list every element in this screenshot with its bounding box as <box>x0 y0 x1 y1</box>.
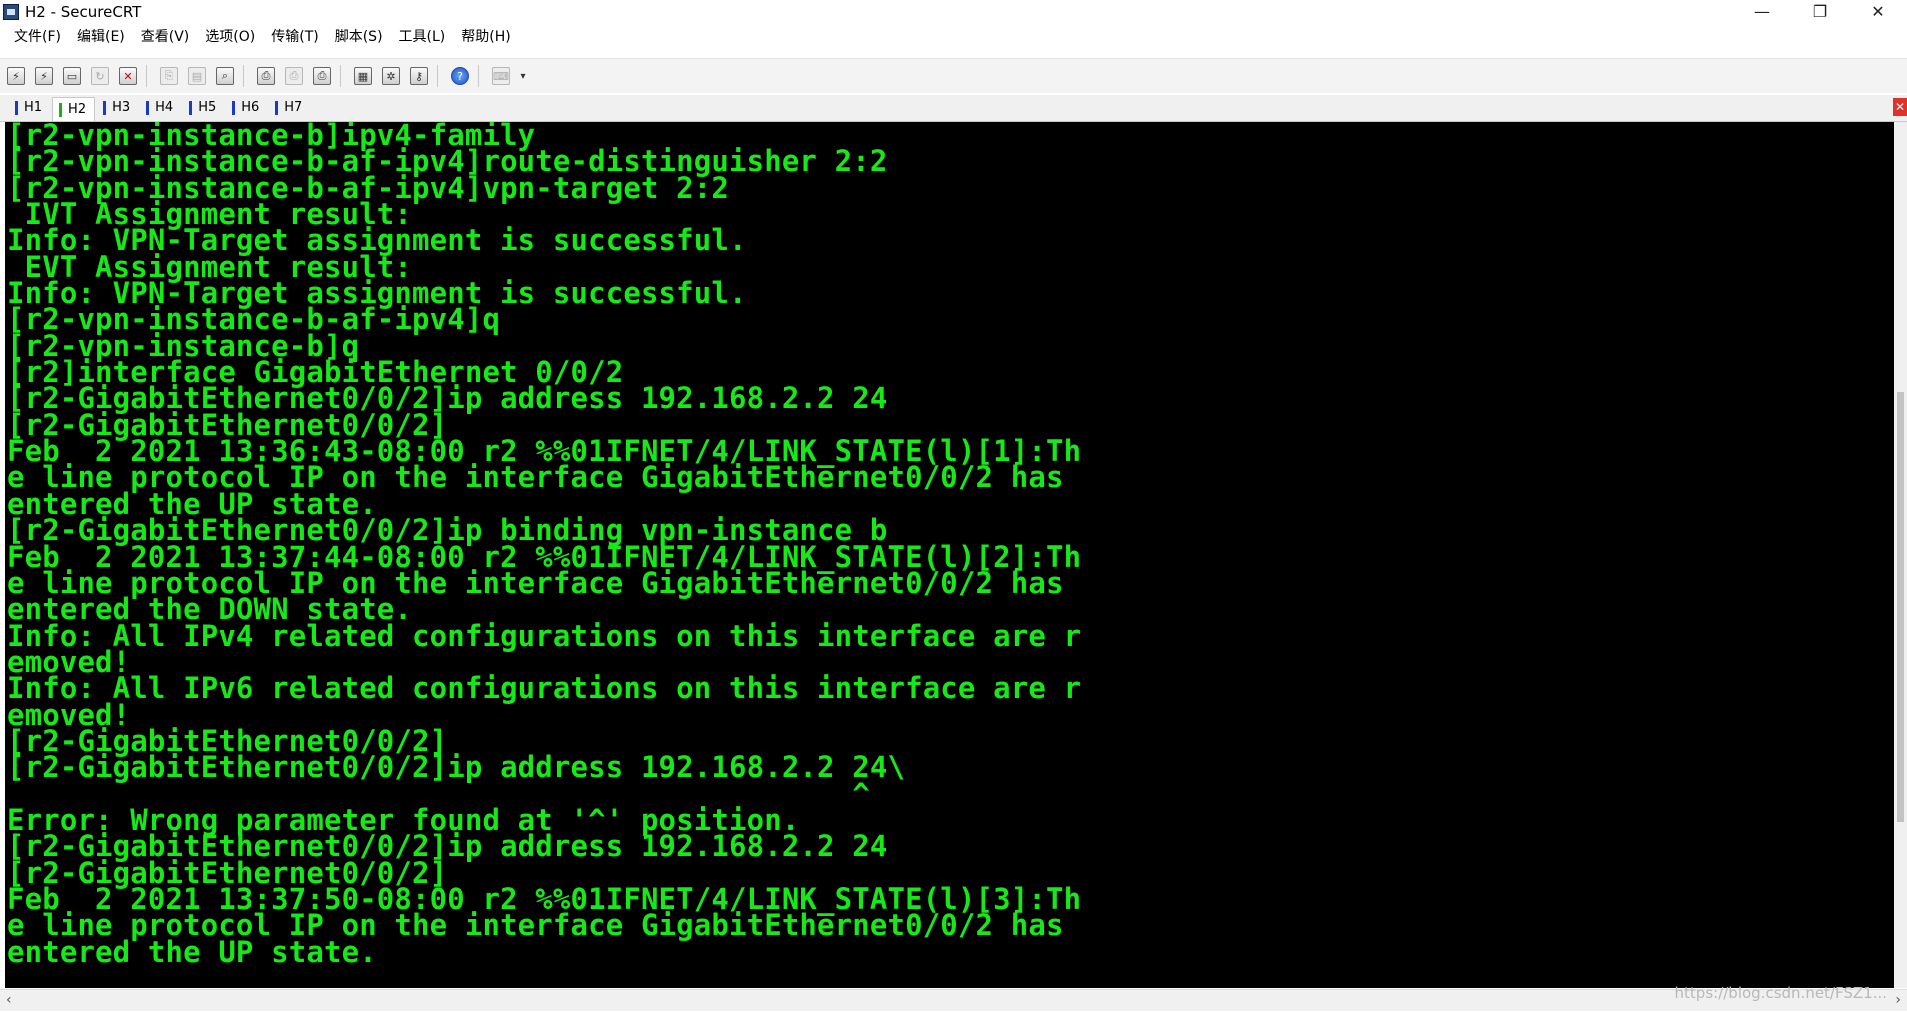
tab-label: H2 <box>68 101 87 117</box>
quick-connect-icon[interactable]: ⚡ <box>32 64 56 88</box>
menu-transfer[interactable]: 传输(T) <box>263 25 326 49</box>
session-options-icon[interactable]: ▦ <box>351 64 375 88</box>
print-selection-icon[interactable]: ⎙ <box>282 64 306 88</box>
tab-label: H6 <box>241 100 260 115</box>
tab-label: H7 <box>284 100 303 115</box>
menu-help[interactable]: 帮助(H) <box>453 25 518 49</box>
toolbar: ⚡ ⚡ ▭ ↻ ✕ ⎘ ▤ ⌕ ⎙ ⎙ ⎙ ▦ ✲ ⚷ ? ⌨ ▾ <box>0 58 1907 93</box>
copy-icon[interactable]: ⎘ <box>157 64 181 88</box>
restore-button[interactable]: ❐ <box>1791 0 1849 23</box>
paste-icon[interactable]: ▤ <box>185 64 209 88</box>
tab-label: H3 <box>112 100 131 115</box>
scrollbar-thumb[interactable] <box>1897 392 1904 822</box>
global-options-icon[interactable]: ✲ <box>379 64 403 88</box>
scroll-left-icon[interactable]: ‹ <box>6 992 12 1008</box>
window-title: H2 - SecureCRT <box>25 2 142 21</box>
reconnect-icon[interactable]: ↻ <box>88 64 112 88</box>
menu-script[interactable]: 脚本(S) <box>327 25 391 49</box>
connect-icon[interactable]: ⚡ <box>4 64 28 88</box>
terminal-line: Info: All IPv4 related configurations on… <box>7 618 1082 653</box>
tab-status-icon <box>232 101 236 115</box>
toolbar-divider <box>437 65 438 87</box>
vertical-scrollbar[interactable] <box>1894 122 1907 988</box>
tab-label: H5 <box>198 100 217 115</box>
scroll-right-icon[interactable]: › <box>1895 992 1901 1008</box>
tab-h4[interactable]: H4 <box>140 97 182 119</box>
tab-h6[interactable]: H6 <box>226 97 268 119</box>
menu-view[interactable]: 查看(V) <box>133 25 198 49</box>
session-tab-bar: H1 H2 H3 H4 H5 H6 H7 ✕ <box>0 95 1907 122</box>
tab-status-icon <box>15 101 18 115</box>
terminal-line: entered the UP state. <box>7 934 377 969</box>
terminal-line: Info: All IPv6 related configurations on… <box>7 671 1082 706</box>
disconnect-icon[interactable]: ✕ <box>116 64 140 88</box>
print-icon[interactable]: ⎙ <box>254 64 278 88</box>
horizontal-scrollbar[interactable]: ‹ › <box>0 989 1907 1011</box>
menu-tools[interactable]: 工具(L) <box>391 25 454 49</box>
securecrt-app-icon[interactable] <box>3 3 19 20</box>
tab-status-icon <box>189 101 193 115</box>
toolbar-divider <box>340 65 341 87</box>
connect-tab-icon[interactable]: ▭ <box>60 64 84 88</box>
minimize-button[interactable]: — <box>1733 0 1791 23</box>
toolbar-divider <box>478 65 479 87</box>
toolbar-divider <box>146 65 147 87</box>
toolbar-overflow-icon[interactable]: ▾ <box>517 64 529 88</box>
keymap-icon[interactable]: ⌨ <box>489 64 513 88</box>
tab-h7[interactable]: H7 <box>269 97 311 119</box>
tab-label: H1 <box>24 100 43 115</box>
tab-status-icon <box>146 101 150 115</box>
tab-status-icon <box>59 102 63 117</box>
key-icon[interactable]: ⚷ <box>407 64 431 88</box>
terminal-screen[interactable]: [r2-vpn-instance-b]ipv4-family [r2-vpn-i… <box>5 122 1894 988</box>
tab-h1[interactable]: H1 <box>9 97 51 119</box>
tab-h5[interactable]: H5 <box>183 97 225 119</box>
menu-edit[interactable]: 编辑(E) <box>69 25 133 49</box>
help-icon[interactable]: ? <box>448 64 472 88</box>
tab-h3[interactable]: H3 <box>97 97 139 119</box>
tab-label: H4 <box>155 100 174 115</box>
title-bar: H2 - SecureCRT — ❐ ✕ <box>0 0 1907 23</box>
close-tab-icon[interactable]: ✕ <box>1893 98 1907 116</box>
find-icon[interactable]: ⌕ <box>213 64 237 88</box>
menu-file[interactable]: 文件(F) <box>6 25 69 49</box>
print-setup-icon[interactable]: ⎙ <box>310 64 334 88</box>
watermark: https://blog.csdn.net/FSZ1... <box>1674 984 1887 1002</box>
toolbar-divider <box>243 65 244 87</box>
terminal-output: [r2-vpn-instance-b]ipv4-family [r2-vpn-i… <box>5 122 1894 966</box>
window-controls: — ❐ ✕ <box>1733 0 1907 23</box>
close-button[interactable]: ✕ <box>1849 0 1907 23</box>
tab-h2[interactable]: H2 <box>52 97 96 121</box>
menu-options[interactable]: 选项(O) <box>197 25 263 49</box>
tab-status-icon <box>275 101 279 115</box>
menu-bar: 文件(F) 编辑(E) 查看(V) 选项(O) 传输(T) 脚本(S) 工具(L… <box>0 24 1907 50</box>
tab-status-icon <box>103 101 107 115</box>
